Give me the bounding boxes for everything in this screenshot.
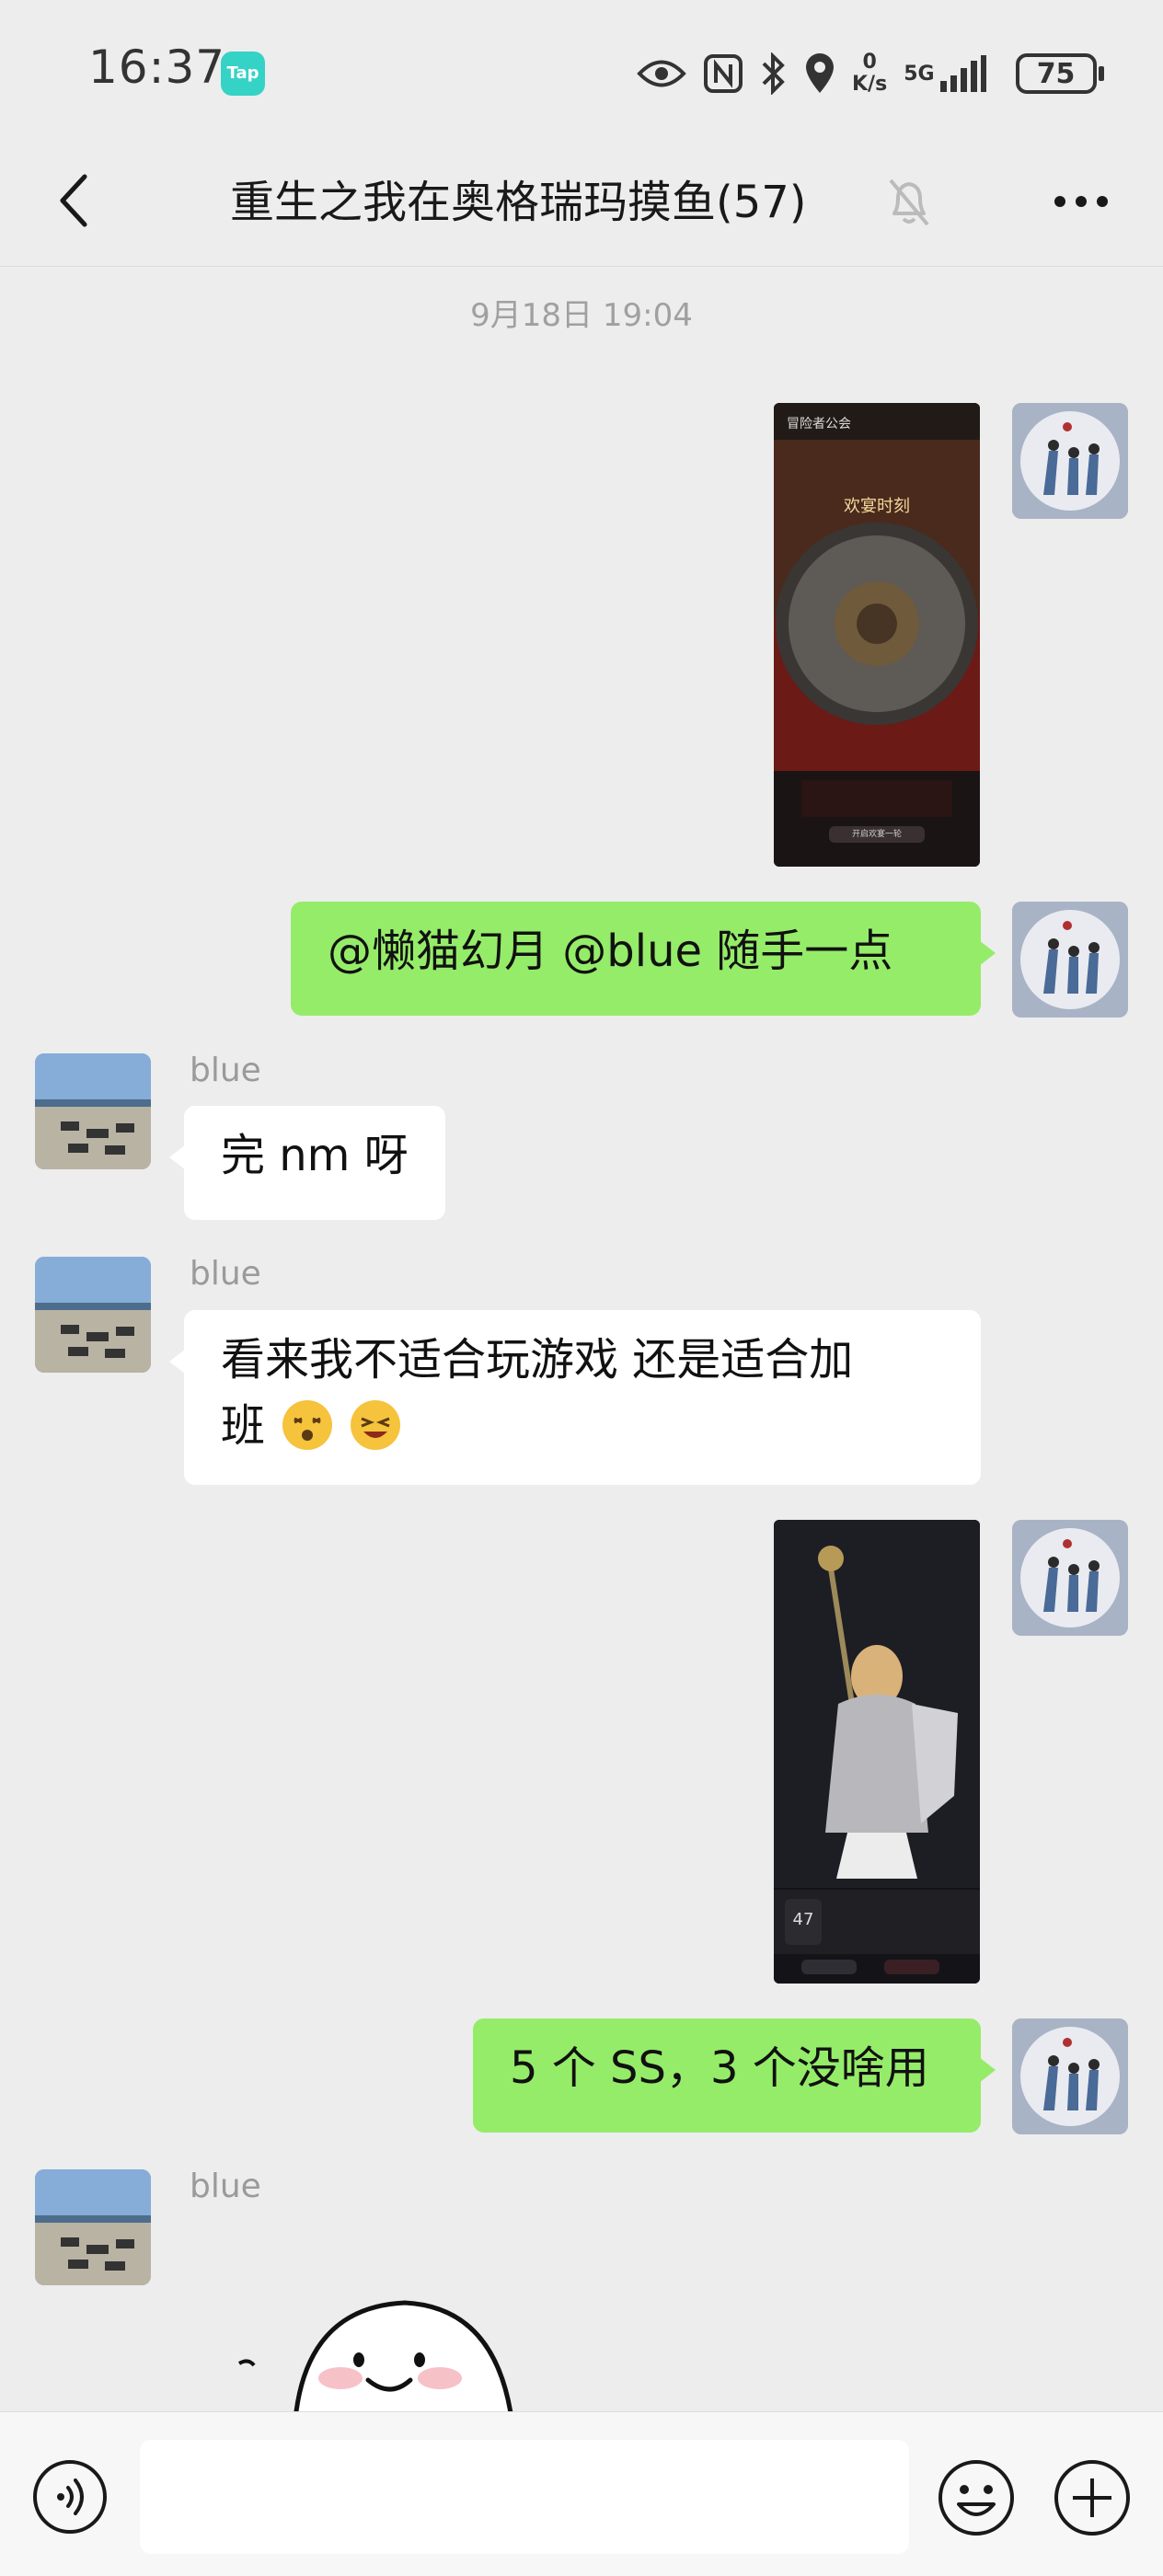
- tap-app-icon: Tap: [221, 52, 265, 96]
- message-text: 完 nm 呀: [221, 1130, 409, 1181]
- input-bar: [0, 2411, 1163, 2576]
- image-character-level: 47: [792, 1910, 814, 1929]
- message-bubble-self[interactable]: @懒猫幻月 @blue 随手一点: [291, 902, 996, 1016]
- status-time: 16:37: [88, 40, 226, 94]
- voice-icon: [31, 2460, 109, 2539]
- emoji-tired-icon: [350, 1400, 400, 1450]
- sender-name: blue: [190, 2168, 261, 2205]
- avatar-blue[interactable]: [35, 1053, 151, 1169]
- message-text-line2: 班: [221, 1393, 944, 1459]
- avatar-blue[interactable]: [35, 1257, 151, 1373]
- avatar-blue[interactable]: [35, 2169, 151, 2285]
- back-button[interactable]: [37, 166, 110, 239]
- message-bubble-other[interactable]: 看来我不适合玩游戏 还是适合加 班: [169, 1310, 981, 1485]
- battery-icon: 75: [1015, 53, 1104, 94]
- message-bubble-self[interactable]: 5 个 SS，3 个没啥用: [473, 2018, 996, 2133]
- emoji-dizzy-icon: [282, 1400, 333, 1450]
- message-input[interactable]: [140, 2440, 909, 2554]
- status-icons: 0 K/s 5G 75: [637, 44, 1104, 103]
- sticker-message-smiling-blob[interactable]: [221, 2290, 524, 2411]
- signal-icon: [938, 53, 988, 94]
- eye-icon: [637, 58, 686, 89]
- net-speed-value: 0: [862, 51, 877, 74]
- chat-message-list[interactable]: 9月18日 19:04 冒险者公会 欢宴时刻 开启欢宴一轮 @懒猫幻月 @blu…: [0, 268, 1163, 2411]
- plus-icon: [1053, 2460, 1132, 2541]
- net-speed: 0 K/s: [852, 52, 887, 96]
- image-guild-label: 冒险者公会: [787, 417, 851, 431]
- location-icon: [804, 52, 835, 95]
- more-button[interactable]: [1040, 166, 1123, 239]
- mute-bell-icon: [885, 175, 933, 230]
- chat-title: 重生之我在奥格瑞玛摸鱼(57): [230, 177, 807, 228]
- net-speed-unit: K/s: [852, 73, 888, 96]
- emoji-icon: [937, 2460, 1016, 2541]
- battery-level: 75: [1036, 57, 1076, 90]
- voice-button[interactable]: [31, 2458, 109, 2536]
- more-icon: [1054, 194, 1109, 212]
- message-text-line1: 看来我不适合玩游戏 还是适合加: [221, 1334, 854, 1386]
- bluetooth-icon: [760, 52, 788, 95]
- sender-name: blue: [190, 1052, 261, 1089]
- image-message-guild-feast[interactable]: 冒险者公会 欢宴时刻 开启欢宴一轮: [774, 403, 980, 867]
- chat-header: 重生之我在奥格瑞玛摸鱼(57): [0, 138, 1163, 267]
- avatar-self[interactable]: [1012, 403, 1128, 519]
- status-bar: 16:37 Tap 0 K/s 5G 75: [0, 0, 1163, 138]
- message-text-line2-text: 班: [221, 1400, 266, 1452]
- message-text: 5 个 SS，3 个没啥用: [510, 2042, 929, 2094]
- sender-name: blue: [190, 1255, 261, 1293]
- more-functions-button[interactable]: [1053, 2458, 1132, 2537]
- back-icon: [55, 173, 92, 232]
- image-feast-button: 开启欢宴一轮: [851, 830, 902, 839]
- image-message-character[interactable]: 47: [774, 1520, 980, 1984]
- image-feast-banner: 欢宴时刻: [844, 497, 910, 516]
- avatar-self[interactable]: [1012, 902, 1128, 1018]
- nfc-icon: [703, 53, 743, 94]
- message-timestamp: 9月18日 19:04: [470, 297, 693, 334]
- emoji-button[interactable]: [937, 2458, 1016, 2537]
- avatar-self[interactable]: [1012, 2018, 1128, 2134]
- avatar-self[interactable]: [1012, 1520, 1128, 1636]
- message-text: @懒猫幻月 @blue 随手一点: [328, 926, 893, 977]
- network-type: 5G: [904, 62, 935, 86]
- message-bubble-other[interactable]: 完 nm 呀: [169, 1106, 445, 1220]
